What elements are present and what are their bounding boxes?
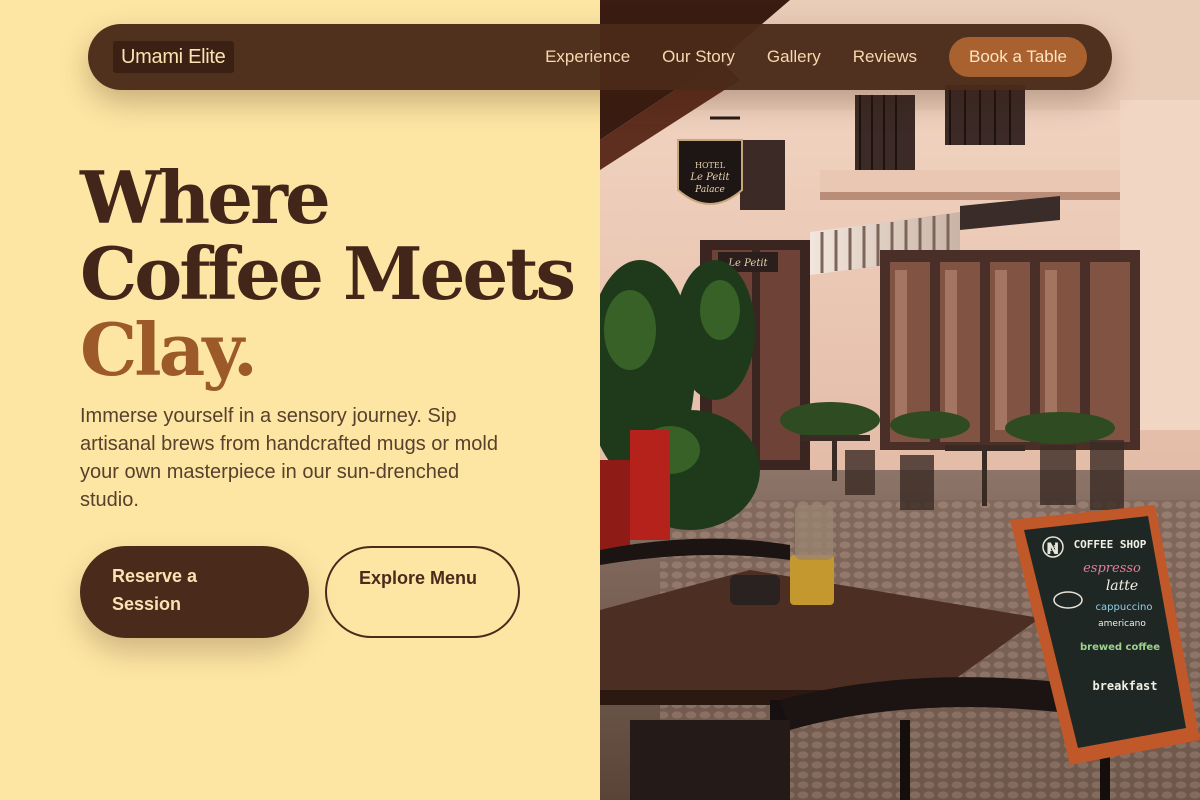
chalkboard-item: espresso — [1083, 561, 1141, 576]
explore-menu-label: Explore Menu — [359, 568, 478, 588]
nav-link-our-story[interactable]: Our Story — [662, 37, 735, 77]
hero-photo: HOTEL Le Petit Palace Le Petit N 15 COFF… — [600, 0, 1200, 800]
chalkboard-heading: COFFEE SHOP — [1074, 538, 1147, 551]
hotel-sign-line: Palace — [694, 185, 725, 195]
nav-link-gallery[interactable]: Gallery — [767, 37, 821, 77]
nav-link-reviews[interactable]: Reviews — [853, 37, 917, 77]
hero-headline: Where Coffee Meets Clay. — [80, 160, 580, 388]
headline-line: Where — [80, 155, 331, 240]
book-table-button[interactable]: Book a Table — [949, 37, 1087, 77]
chalkboard-item: americano — [1098, 619, 1146, 629]
hero-lead-text: Immerse yourself in a sensory journey. S… — [80, 405, 498, 511]
chalkboard-number: 15 — [1048, 544, 1058, 553]
explore-menu-button[interactable]: Explore Menu — [325, 546, 520, 638]
chalkboard-item: cappuccino — [1096, 602, 1153, 613]
reserve-session-button[interactable]: Reserve a Session — [80, 546, 309, 638]
reserve-session-label: Reserve a Session — [112, 566, 198, 614]
hotel-sign-line: Le Petit — [689, 172, 730, 183]
chalkboard-item: brewed coffee — [1080, 642, 1160, 653]
nav-links: Experience Our Story Gallery Reviews Boo… — [545, 37, 1087, 77]
chalkboard-item: latte — [1106, 578, 1138, 594]
brand-logo[interactable]: Umami Elite — [113, 41, 234, 73]
chalkboard-item: breakfast — [1092, 679, 1157, 693]
headline-line: Coffee Meets — [80, 231, 576, 316]
hotel-sign-line: HOTEL — [695, 161, 726, 170]
shop-board-text: Le Petit — [727, 258, 768, 269]
nav-link-experience[interactable]: Experience — [545, 37, 630, 77]
top-nav: Umami Elite Experience Our Story Gallery… — [88, 24, 1112, 90]
headline-accent: Clay. — [80, 307, 258, 392]
